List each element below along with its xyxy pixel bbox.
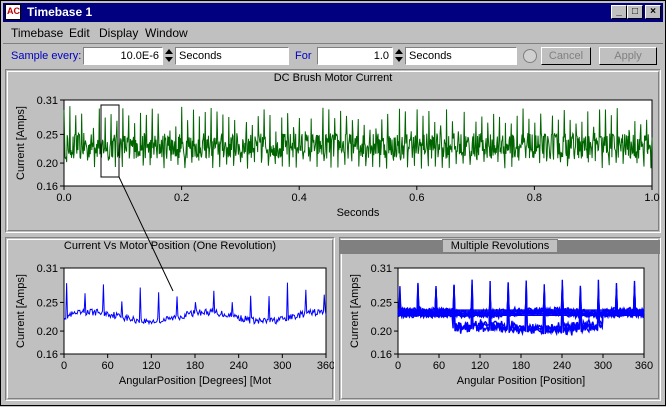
y-axis-label: Current [Amps] — [349, 274, 361, 348]
x-tick-label: 0.8 — [527, 192, 542, 204]
menu-timebase[interactable]: Timebase — [11, 26, 63, 40]
x-tick-label: 180 — [512, 360, 530, 372]
menu-display[interactable]: Display — [99, 26, 138, 40]
y-tick-label: 0.31 — [37, 95, 58, 107]
x-tick-label: 60 — [433, 360, 445, 372]
status-indicator-icon — [523, 49, 537, 63]
x-tick-label: 240 — [229, 360, 247, 372]
sample-every-label: Sample every: — [11, 50, 82, 62]
sample-unit-field[interactable]: Seconds — [175, 47, 289, 65]
y-axis-label: Current [Amps] — [15, 106, 27, 180]
x-tick-label: 60 — [102, 360, 114, 372]
for-input[interactable]: 1.0 — [317, 47, 393, 65]
multiple-revolutions-chart[interactable]: 0.16 0.20 0.25 0.31 0 60 120 180 240 300 360 Angula… — [340, 238, 660, 400]
y-tick-label: 0.16 — [371, 349, 392, 361]
x-axis-label: AngularPosition [Degrees] [Mot — [119, 375, 271, 387]
maximize-icon: □ — [631, 6, 639, 17]
y-tick-label: 0.20 — [37, 158, 58, 170]
top-chart-panel: DC Brush Motor Current 0.16 0.20 0.25 0.31 0… — [5, 69, 661, 233]
one-revolution-chart[interactable]: 0.16 0.20 0.25 0.31 0 60 120 180 240 300 360 Angula… — [6, 238, 334, 400]
x-axis-label: Seconds — [337, 207, 380, 219]
apply-button[interactable]: Apply — [599, 47, 657, 65]
for-spinner[interactable] — [394, 47, 404, 65]
y-tick-label: 0.31 — [37, 263, 58, 275]
x-tick-label: 120 — [471, 360, 489, 372]
cancel-button[interactable]: Cancel — [541, 47, 591, 65]
y-tick-label: 0.25 — [37, 297, 58, 309]
x-tick-label: 300 — [594, 360, 612, 372]
minimize-icon: _ — [616, 6, 622, 17]
x-tick-label: 120 — [142, 360, 160, 372]
x-tick-label: 300 — [273, 360, 291, 372]
timebase-window: AC Timebase 1 _ □ × Timebase Edit Displa… — [0, 0, 666, 406]
window-title: Timebase 1 — [27, 5, 93, 19]
for-label: For — [295, 50, 312, 62]
sample-every-input[interactable]: 10.0E-6 — [83, 47, 163, 65]
x-tick-label: 0 — [395, 360, 401, 372]
x-tick-label: 0.4 — [292, 192, 307, 204]
x-tick-label: 360 — [317, 360, 334, 372]
x-tick-label: 0 — [61, 360, 67, 372]
menu-bar: Timebase Edit Display Window — [3, 23, 663, 41]
y-tick-label: 0.31 — [371, 263, 392, 275]
x-axis-label: Angular Position [Position] — [457, 375, 585, 387]
app-logo-letters: AC — [7, 6, 20, 16]
y-tick-label: 0.20 — [37, 326, 58, 338]
multiple-revolutions-panel: Multiple Revolutions 0.16 0.20 0.25 0.31 0 60… — [339, 237, 661, 401]
y-tick-label: 0.20 — [371, 326, 392, 338]
x-tick-label: 0.0 — [56, 192, 71, 204]
x-tick-label: 0.6 — [409, 192, 424, 204]
x-tick-label: 180 — [186, 360, 204, 372]
close-icon: × — [650, 6, 656, 17]
x-tick-label: 360 — [635, 360, 653, 372]
maximize-button[interactable]: □ — [627, 5, 643, 19]
top-chart[interactable]: 0.16 0.20 0.25 0.31 0.0 0.2 0.4 0.6 0.8 1.0 Second… — [6, 70, 660, 232]
y-tick-label: 0.25 — [371, 297, 392, 309]
x-tick-label: 0.2 — [174, 192, 189, 204]
for-unit-field[interactable]: Seconds — [405, 47, 517, 65]
y-axis-label: Current [Amps] — [15, 274, 27, 348]
x-tick-label: 1.0 — [644, 192, 659, 204]
toolbar: Sample every: 10.0E-6 Seconds For 1.0 Se… — [3, 43, 663, 68]
y-tick-label: 0.16 — [37, 181, 58, 193]
y-tick-label: 0.16 — [37, 349, 58, 361]
minimize-button[interactable]: _ — [611, 5, 627, 19]
close-button[interactable]: × — [645, 5, 661, 19]
y-tick-label: 0.25 — [37, 129, 58, 141]
menu-window[interactable]: Window — [145, 26, 188, 40]
sample-every-spinner[interactable] — [164, 47, 174, 65]
x-tick-label: 240 — [553, 360, 571, 372]
menu-edit[interactable]: Edit — [69, 26, 90, 40]
app-logo-icon: AC — [5, 4, 21, 20]
title-bar[interactable]: AC Timebase 1 _ □ × — [3, 3, 663, 22]
one-revolution-panel: Current Vs Motor Position (One Revolutio… — [5, 237, 335, 401]
